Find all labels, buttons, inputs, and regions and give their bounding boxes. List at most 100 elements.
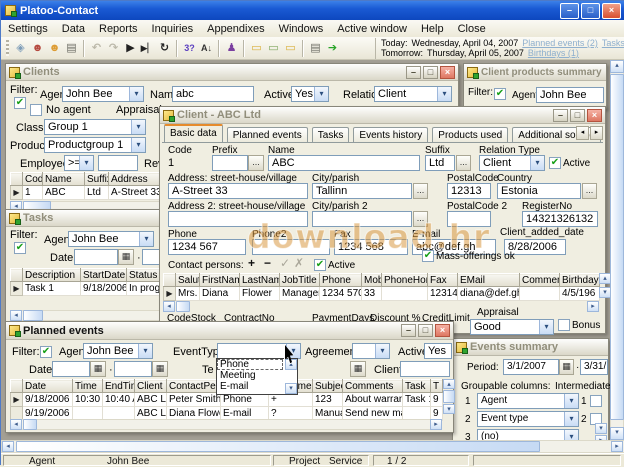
active-select[interactable]: Yes ▾ xyxy=(291,86,329,102)
menu-settings[interactable]: Settings xyxy=(1,22,55,36)
col-date[interactable]: Date xyxy=(23,380,73,393)
name-input[interactable]: abc xyxy=(172,86,254,102)
prefix-input[interactable] xyxy=(212,155,248,171)
ellipsis-button[interactable]: ... xyxy=(582,183,597,199)
scrollbar-thumb[interactable] xyxy=(443,390,455,403)
address-input[interactable]: A-Street 33 xyxy=(168,183,308,199)
maximize-icon[interactable]: □ xyxy=(570,109,585,122)
scroll-up-icon[interactable]: ▴ xyxy=(610,60,624,73)
col-code[interactable]: Code xyxy=(23,173,43,186)
maximize-icon[interactable]: □ xyxy=(423,66,438,79)
planned-hscrollbar[interactable] xyxy=(10,419,442,430)
col-startdate[interactable]: StartDate xyxy=(81,269,127,282)
maximize-icon[interactable]: □ xyxy=(418,324,433,337)
chevron-down-icon[interactable]: ▾ xyxy=(138,344,152,358)
cell-email[interactable]: diana@def.gh xyxy=(458,287,520,301)
relation-select[interactable]: Client ▾ xyxy=(374,86,452,102)
birthdays-link[interactable]: Birthdays (1) xyxy=(528,48,579,58)
cell-fax[interactable]: 1231423 xyxy=(428,287,458,301)
open-folder-icon[interactable]: ▭ xyxy=(248,40,265,57)
chevron-down-icon[interactable]: ▾ xyxy=(131,138,145,152)
folder-new-icon[interactable]: ▭ xyxy=(282,40,299,57)
col-status[interactable]: Status xyxy=(127,269,163,282)
tasks-titlebar[interactable]: Tasks xyxy=(6,210,162,227)
calendar-icon[interactable]: ▦ xyxy=(90,361,106,377)
group-1-select[interactable]: Agent ▾ xyxy=(477,393,579,409)
col-jobtitle[interactable]: JobTitle xyxy=(280,274,320,287)
close-icon[interactable]: × xyxy=(435,324,450,337)
chevron-down-icon[interactable]: ▾ xyxy=(530,156,544,170)
city-input[interactable]: Tallinn xyxy=(312,183,412,199)
col-comments[interactable]: Comments xyxy=(343,380,403,393)
remove-contact-icon[interactable]: − xyxy=(264,256,271,270)
col-suffix[interactable]: Suffix xyxy=(85,173,109,186)
scrollbar-thumb[interactable] xyxy=(23,310,43,321)
scroll-right-icon[interactable]: ▸ xyxy=(430,419,442,430)
agent-select[interactable]: John Bee ▾ xyxy=(68,231,154,247)
client-detail-titlebar[interactable]: Client - ABC Ltd – □ × xyxy=(160,107,605,124)
clients-titlebar[interactable]: Clients – □ × xyxy=(6,64,458,81)
query-wizard-icon[interactable]: 3? xyxy=(181,40,198,57)
cell-phonehome[interactable] xyxy=(382,287,428,301)
bonus-checkbox[interactable] xyxy=(558,319,570,331)
scroll-down-icon[interactable]: ▾ xyxy=(443,404,455,414)
cell-mobile[interactable]: 33 xyxy=(362,287,382,301)
filter-checkbox[interactable]: ✔ xyxy=(40,346,52,358)
scroll-left-icon[interactable]: ◂ xyxy=(2,441,14,452)
cell-status[interactable]: In progress xyxy=(127,282,163,296)
chevron-down-icon[interactable]: ▾ xyxy=(129,87,143,101)
menu-data[interactable]: Data xyxy=(55,22,92,36)
tab-products-used[interactable]: Products used xyxy=(432,127,508,143)
active-checkbox[interactable]: ✔ xyxy=(549,157,561,169)
chevron-down-icon[interactable]: ▾ xyxy=(79,156,93,170)
col-salut[interactable]: Salut xyxy=(176,274,200,287)
col-subject[interactable]: Subject xyxy=(313,380,343,393)
close-icon[interactable]: × xyxy=(440,66,455,79)
date-from-input[interactable] xyxy=(52,361,90,377)
chevron-down-icon[interactable]: ▾ xyxy=(564,394,578,408)
menu-help[interactable]: Help xyxy=(414,22,451,36)
menu-active-window[interactable]: Active window xyxy=(330,22,414,36)
menu-reports[interactable]: Reports xyxy=(92,22,145,36)
clear-icon[interactable]: ◈ xyxy=(12,40,29,57)
minimize-icon[interactable]: – xyxy=(401,324,416,337)
products-summary-titlebar[interactable]: Client products summary xyxy=(464,64,606,81)
cell-client[interactable]: ABC Ltd xyxy=(135,393,167,407)
contact-persons-icon[interactable]: ☻ xyxy=(46,40,63,57)
menu-appendixes[interactable]: Appendixes xyxy=(200,22,272,36)
col-mobile[interactable]: Mobile xyxy=(362,274,382,287)
toolbar-grip[interactable] xyxy=(6,40,9,56)
app-titlebar[interactable]: Platoo-Contact – □ × xyxy=(1,1,624,20)
agreement-select[interactable]: ▾ xyxy=(352,343,390,359)
cell-jobtitle[interactable]: Manager xyxy=(280,287,320,301)
scroll-left-icon[interactable]: ◂ xyxy=(10,419,22,430)
register-input[interactable]: 14321326132 xyxy=(522,211,598,227)
scroll-left-icon[interactable]: ◂ xyxy=(10,310,22,321)
cell-birthday[interactable]: 4/5/196 xyxy=(560,287,600,301)
cell-contactperson[interactable]: Peter Smith xyxy=(167,393,221,407)
relation-type-select[interactable]: Client ▾ xyxy=(479,155,545,171)
planned-events-link[interactable]: Planned events (2) xyxy=(522,38,598,48)
col-description[interactable]: Description xyxy=(23,269,81,282)
menu-inquiries[interactable]: Inquiries xyxy=(145,22,201,36)
print-setup-icon[interactable]: ▤ xyxy=(63,40,80,57)
refresh-icon[interactable]: ↻ xyxy=(156,40,173,57)
date-to-input[interactable] xyxy=(142,249,160,265)
col-client[interactable]: Client xyxy=(135,380,167,393)
tab-tasks[interactable]: Tasks xyxy=(312,127,350,143)
next-record-icon[interactable]: ▶ xyxy=(122,40,139,57)
col-fax[interactable]: Fax xyxy=(428,274,458,287)
dropdown-option-meeting[interactable]: Meeting xyxy=(217,370,283,381)
scrollbar-thumb[interactable] xyxy=(610,74,624,420)
minimize-icon[interactable]: – xyxy=(553,109,568,122)
no-agent-checkbox[interactable] xyxy=(30,104,42,116)
tab-basic-data[interactable]: Basic data xyxy=(164,124,223,143)
ellipsis-button[interactable]: ... xyxy=(413,183,428,199)
col-contactperson[interactable]: ContactPerson xyxy=(167,380,221,393)
scrollbar-thumb[interactable] xyxy=(16,441,540,452)
col-name[interactable]: Name xyxy=(43,173,85,186)
chevron-down-icon[interactable]: ▾ xyxy=(564,412,578,426)
folder-refresh-icon[interactable]: ▭ xyxy=(265,40,282,57)
agent-select[interactable]: John Bee ▾ xyxy=(83,343,153,359)
last-record-icon[interactable]: ▶▏ xyxy=(139,40,156,57)
